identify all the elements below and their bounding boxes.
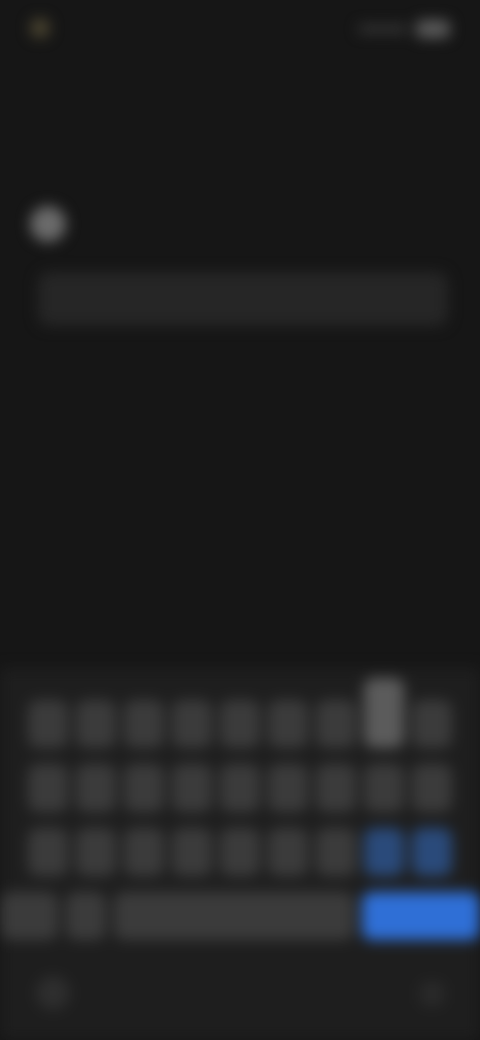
status-left: [30, 18, 60, 38]
key[interactable]: [28, 764, 68, 812]
keyboard-row-2: [0, 764, 480, 812]
prompt-card: [24, 206, 456, 326]
key[interactable]: [28, 828, 68, 876]
status-icons: [358, 20, 450, 38]
key[interactable]: [76, 764, 116, 812]
notification-icon: [30, 18, 50, 38]
keyboard-row-1: [0, 678, 480, 748]
key[interactable]: [268, 764, 308, 812]
key[interactable]: [316, 828, 356, 876]
blurred-screen: [0, 0, 480, 1040]
key[interactable]: [76, 828, 116, 876]
key[interactable]: [412, 700, 452, 748]
keyboard-hide-icon[interactable]: [36, 976, 70, 1010]
key[interactable]: [172, 700, 212, 748]
keyboard-row-4: [0, 892, 480, 940]
enter-key[interactable]: [362, 892, 480, 940]
status-bar: [0, 0, 480, 64]
key[interactable]: [412, 828, 452, 876]
key[interactable]: [28, 700, 68, 748]
key[interactable]: [412, 764, 452, 812]
key[interactable]: [124, 764, 164, 812]
key[interactable]: [76, 700, 116, 748]
key[interactable]: [316, 764, 356, 812]
space-key[interactable]: [114, 892, 354, 940]
key[interactable]: [316, 700, 356, 748]
keyboard-switch-icon[interactable]: [420, 982, 444, 1006]
text-input-container[interactable]: [38, 272, 448, 326]
key[interactable]: [124, 828, 164, 876]
key[interactable]: [124, 700, 164, 748]
mode-switch-key[interactable]: [0, 892, 58, 940]
key[interactable]: [364, 828, 404, 876]
battery-icon: [416, 20, 450, 38]
emoji-key[interactable]: [66, 892, 106, 940]
key[interactable]: [172, 828, 212, 876]
key[interactable]: [220, 700, 260, 748]
keyboard-row-3: [0, 828, 480, 876]
signal-icon: [358, 25, 408, 33]
key[interactable]: [172, 764, 212, 812]
text-input[interactable]: [60, 289, 448, 309]
key[interactable]: [268, 700, 308, 748]
app-icon: [30, 206, 66, 242]
key-pressed[interactable]: [364, 678, 404, 748]
key[interactable]: [364, 764, 404, 812]
navigation-bar: [0, 960, 480, 1040]
key[interactable]: [220, 764, 260, 812]
key[interactable]: [220, 828, 260, 876]
key[interactable]: [268, 828, 308, 876]
